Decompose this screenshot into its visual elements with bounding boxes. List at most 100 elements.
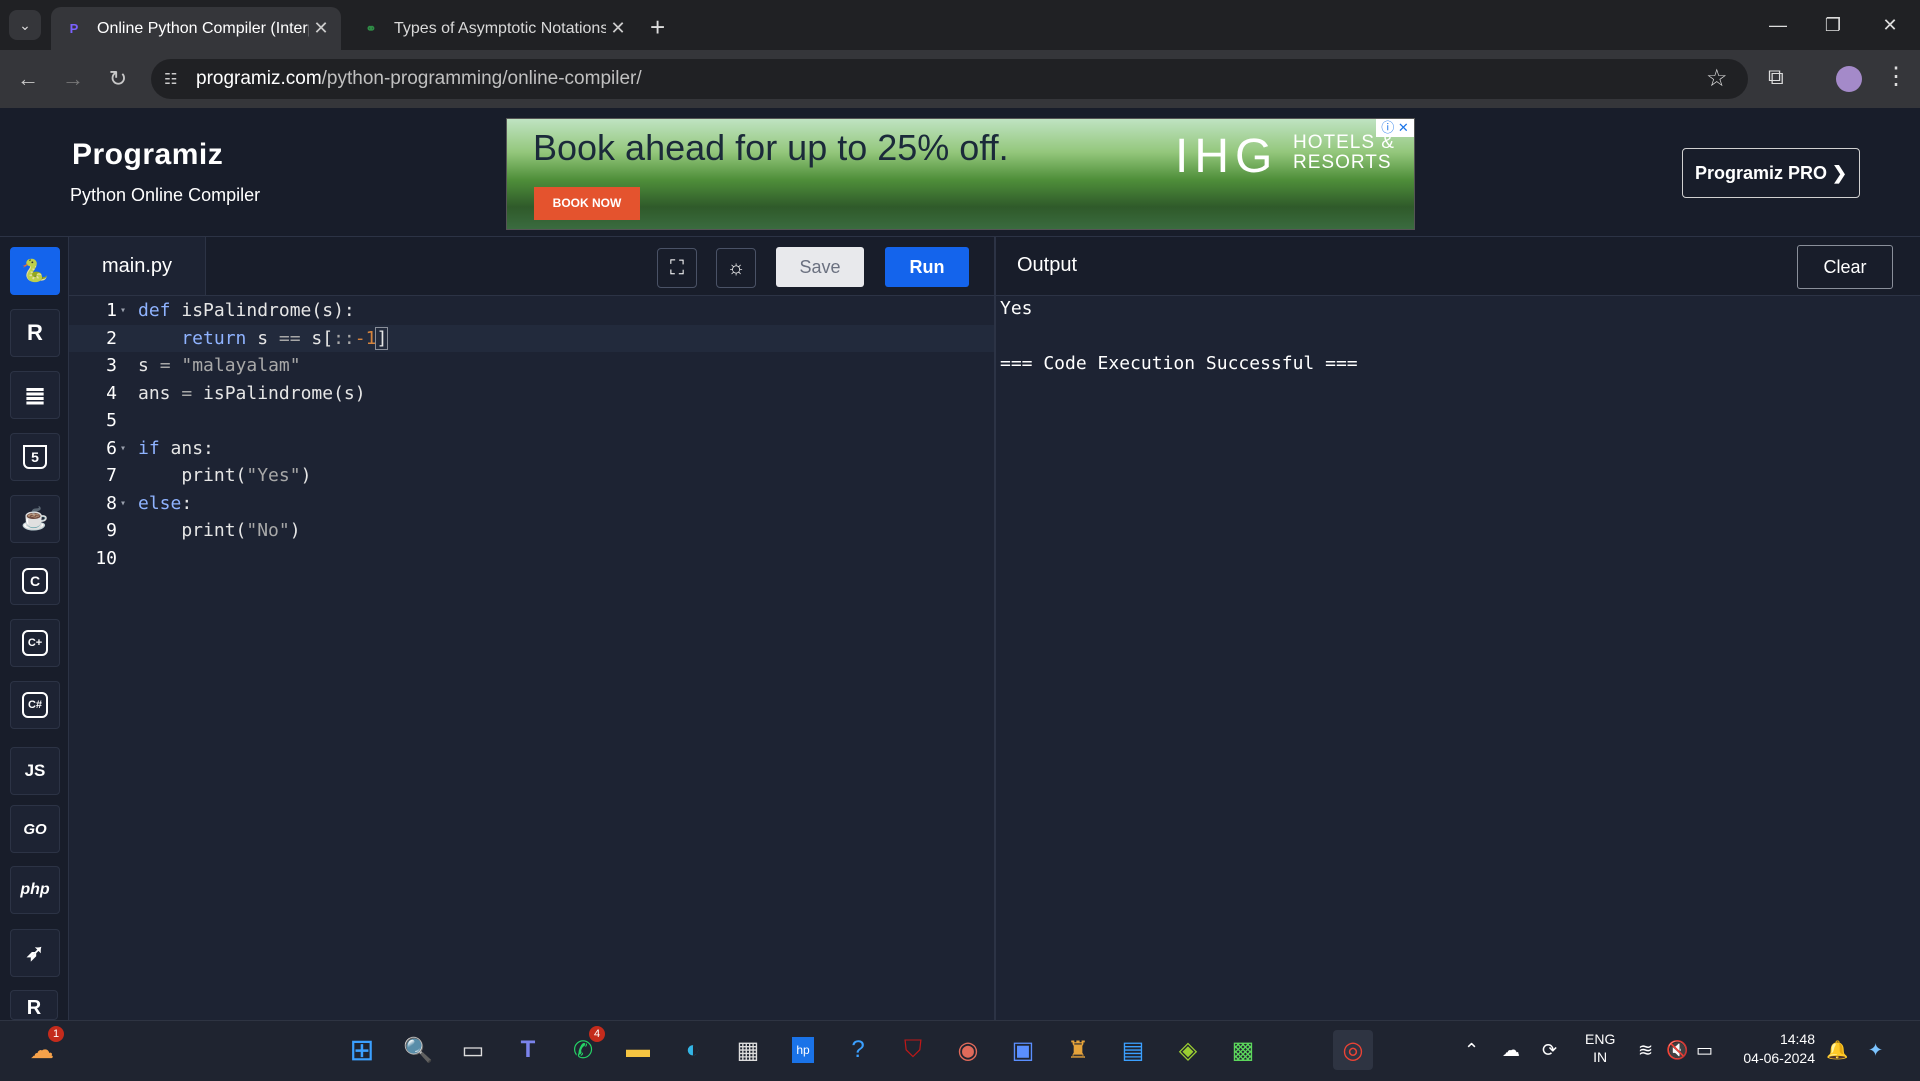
lang-c-button[interactable]: C bbox=[10, 557, 60, 605]
code-line[interactable]: 3 s = "malayalam" bbox=[69, 352, 994, 380]
rust-icon: R bbox=[26, 997, 42, 1019]
reload-button[interactable]: ↻ bbox=[100, 62, 136, 96]
app-icon[interactable]: ◉ bbox=[948, 1030, 988, 1070]
app-icon[interactable]: ▤ bbox=[1113, 1030, 1153, 1070]
lang-go-button[interactable]: GO bbox=[10, 805, 60, 853]
lang-sql-button[interactable]: ≣ bbox=[10, 371, 60, 419]
sync-icon[interactable]: ⟳ bbox=[1542, 1040, 1557, 1061]
wifi-icon[interactable]: ≋ bbox=[1638, 1040, 1653, 1061]
url-text[interactable]: programiz.com/python-programming/online-… bbox=[196, 68, 642, 90]
code-text: print("Yes") bbox=[138, 462, 311, 490]
lang-rust-button[interactable]: R bbox=[10, 990, 58, 1020]
clear-button[interactable]: Clear bbox=[1797, 245, 1893, 289]
tab-search-button[interactable]: ⌄ bbox=[9, 10, 41, 40]
lang-javascript-button[interactable]: JS bbox=[10, 747, 60, 795]
whatsapp-icon[interactable]: ✆ 4 bbox=[563, 1026, 605, 1070]
php-icon: php bbox=[20, 881, 50, 898]
lang-php-button[interactable]: php bbox=[10, 866, 60, 914]
widgets-icon[interactable]: ☁ 1 bbox=[22, 1026, 64, 1070]
output-line: Yes bbox=[1000, 298, 1033, 319]
programiz-pro-button[interactable]: Programiz PRO ❯ bbox=[1682, 148, 1860, 198]
bookmark-star-icon[interactable]: ☆ bbox=[1706, 64, 1728, 93]
hp-app-icon[interactable]: hp bbox=[783, 1030, 823, 1070]
lang-cpp-button[interactable]: C+ bbox=[10, 619, 60, 667]
help-icon[interactable]: ? bbox=[838, 1030, 878, 1070]
output-console[interactable]: Yes === Code Execution Successful === bbox=[996, 296, 1920, 1020]
ad-book-now-button[interactable]: BOOK NOW bbox=[534, 187, 640, 220]
chrome-icon[interactable]: ◎ bbox=[1333, 1030, 1373, 1070]
tab-online-python-compiler[interactable]: P Online Python Compiler (Interp ✕ bbox=[51, 7, 341, 50]
store-icon[interactable]: ▦ bbox=[728, 1030, 768, 1070]
advertisement-banner[interactable]: Book ahead for up to 25% off. BOOK NOW I… bbox=[506, 118, 1415, 230]
minimize-button[interactable]: — bbox=[1760, 10, 1796, 40]
line-number: 2 bbox=[106, 327, 117, 349]
file-explorer-icon[interactable]: ▬ bbox=[618, 1030, 658, 1070]
notification-bell-icon[interactable]: 🔔 bbox=[1826, 1040, 1848, 1061]
search-icon[interactable]: 🔍 bbox=[398, 1030, 438, 1070]
windows-logo-icon: ⊞ bbox=[349, 1033, 375, 1067]
lang-csharp-button[interactable]: C# bbox=[10, 681, 60, 729]
lang-java-button[interactable]: ☕ bbox=[10, 495, 60, 543]
code-token: ) bbox=[289, 520, 301, 541]
back-button[interactable]: ← bbox=[10, 62, 46, 96]
start-windows-icon[interactable]: ⊞ bbox=[342, 1030, 382, 1070]
save-button[interactable]: Save bbox=[776, 247, 864, 287]
input-language-indicator[interactable]: ENG IN bbox=[1585, 1030, 1615, 1066]
app-icon[interactable]: ▣ bbox=[1003, 1030, 1043, 1070]
code-line[interactable]: 1 ▾ def isPalindrome(s): bbox=[69, 297, 994, 325]
app-icon[interactable]: ▩ bbox=[1223, 1030, 1263, 1070]
restore-button[interactable]: ❐ bbox=[1815, 10, 1851, 40]
code-line[interactable]: 8 ▾ else: bbox=[69, 490, 994, 518]
battery-icon[interactable]: ▭ bbox=[1696, 1040, 1713, 1061]
fullscreen-icon[interactable]: ⛶ bbox=[657, 248, 697, 288]
code-text: else: bbox=[138, 490, 192, 518]
code-line[interactable]: 6 ▾ if ans: bbox=[69, 435, 994, 463]
lang-swift-button[interactable]: ➶ bbox=[10, 929, 60, 977]
number-literal: -1 bbox=[354, 327, 377, 349]
code-line[interactable]: 4 ans = isPalindrome(s) bbox=[69, 380, 994, 408]
shield-icon: ⛉ bbox=[904, 1036, 922, 1063]
copilot-icon[interactable]: ✦ bbox=[1868, 1040, 1883, 1061]
code-line-active[interactable]: 2 return s == s[::-1] bbox=[69, 324, 994, 352]
fold-arrow-icon[interactable]: ▾ bbox=[120, 490, 126, 518]
new-tab-button[interactable]: + bbox=[650, 12, 665, 43]
theme-toggle-sun-icon[interactable]: ☼ bbox=[716, 248, 756, 288]
site-info-icon[interactable]: ☷ bbox=[164, 70, 182, 88]
app-glyph-icon: ♜ bbox=[1067, 1036, 1089, 1064]
java-icon: ☕ bbox=[21, 506, 49, 531]
profile-avatar[interactable] bbox=[1836, 66, 1862, 92]
mcafee-icon[interactable]: ⛉ bbox=[893, 1030, 933, 1070]
tab-asymptotic-notations[interactable]: ⚭ Types of Asymptotic Notations ✕ bbox=[348, 7, 638, 50]
close-tab-icon[interactable]: ✕ bbox=[309, 18, 333, 39]
teams-icon[interactable]: T bbox=[508, 1030, 548, 1070]
browser-menu-icon[interactable]: ⋮ bbox=[1884, 62, 1908, 91]
run-button[interactable]: Run bbox=[885, 247, 969, 287]
url-path: /python-programming/online-compiler/ bbox=[321, 68, 642, 89]
lang-r-button[interactable]: R bbox=[10, 309, 60, 357]
lang-python-button[interactable]: 🐍 bbox=[10, 247, 60, 295]
code-line[interactable]: 5 bbox=[69, 407, 994, 435]
file-tab-main-py[interactable]: main.py bbox=[69, 237, 206, 295]
clock[interactable]: 14:48 04-06-2024 bbox=[1735, 1030, 1815, 1068]
app-icon[interactable]: ◈ bbox=[1168, 1030, 1208, 1070]
task-view-icon[interactable]: ▭ bbox=[453, 1030, 493, 1070]
volume-muted-icon[interactable]: 🔇 bbox=[1666, 1040, 1688, 1061]
close-window-button[interactable]: ✕ bbox=[1872, 10, 1908, 40]
programiz-logo[interactable]: Programiz bbox=[72, 138, 223, 172]
extensions-icon[interactable]: ⧉ bbox=[1768, 64, 1784, 90]
onedrive-icon[interactable]: ☁ bbox=[1502, 1040, 1520, 1061]
close-tab-icon[interactable]: ✕ bbox=[606, 18, 630, 39]
code-line[interactable]: 10 bbox=[69, 545, 994, 573]
code-line[interactable]: 9 print("No") bbox=[69, 517, 994, 545]
fold-arrow-icon[interactable]: ▾ bbox=[120, 435, 126, 463]
code-token: isPalindrome(s): bbox=[170, 300, 355, 321]
ad-close-icon[interactable]: ⓘ ✕ bbox=[1376, 119, 1414, 137]
code-token: s[ bbox=[300, 327, 334, 349]
app-icon[interactable]: ♜ bbox=[1058, 1030, 1098, 1070]
edge-icon[interactable]: ◐ bbox=[673, 1030, 713, 1070]
forward-button[interactable]: → bbox=[55, 62, 91, 96]
fold-arrow-icon[interactable]: ▾ bbox=[120, 297, 126, 325]
lang-html-button[interactable]: 5 bbox=[10, 433, 60, 481]
code-line[interactable]: 7 print("Yes") bbox=[69, 462, 994, 490]
show-hidden-icons[interactable]: ⌃ bbox=[1464, 1040, 1479, 1061]
